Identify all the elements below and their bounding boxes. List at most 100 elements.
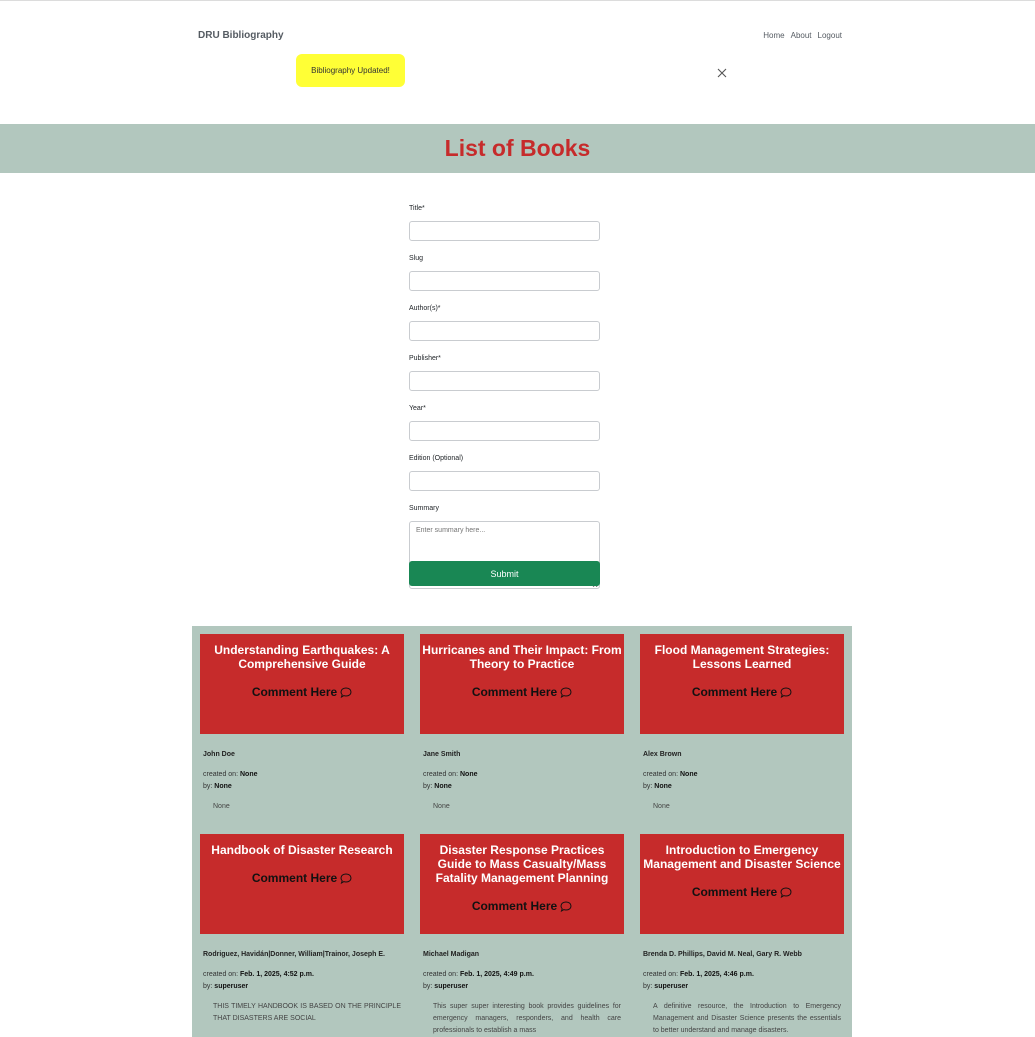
book-author: Brenda D. Phillips, David M. Neal, Gary … (643, 951, 802, 958)
created-label: created on: (643, 971, 679, 978)
speech-bubble-icon (780, 886, 792, 898)
page-title: List of Books (444, 135, 591, 161)
edition-label: Edition (Optional) (409, 455, 464, 462)
book-card: Flood Management Strategies: Lessons Lea… (640, 634, 844, 813)
book-title[interactable]: Flood Management Strategies: Lessons Lea… (642, 643, 842, 671)
book-list: Understanding Earthquakes: A Comprehensi… (192, 626, 852, 1037)
book-card: Hurricanes and Their Impact: From Theory… (420, 634, 624, 813)
nav-about-link[interactable]: About (791, 31, 812, 40)
created-label: created on: (643, 771, 679, 778)
by-label: by: (203, 983, 213, 990)
nav-home-link[interactable]: Home (763, 31, 784, 40)
navbar: DRU Bibliography Home About Logout (198, 30, 844, 44)
speech-bubble-icon (560, 900, 572, 912)
book-summary: None (653, 803, 670, 810)
comment-link[interactable]: Comment Here (692, 685, 792, 699)
book-title[interactable]: Disaster Response Practices Guide to Mas… (422, 843, 622, 885)
by-value: superuser (214, 983, 249, 990)
created-value: Feb. 1, 2025, 4:52 p.m. (239, 971, 314, 978)
book-title[interactable]: Handbook of Disaster Research (202, 843, 402, 857)
created-label: created on: (423, 971, 459, 978)
year-label: Year* (409, 405, 426, 412)
book-card-header: Hurricanes and Their Impact: From Theory… (420, 634, 624, 734)
book-card-header: Introduction to Emergency Management and… (640, 834, 844, 934)
book-card: Handbook of Disaster Research Comment He… (200, 834, 404, 1025)
comment-link[interactable]: Comment Here (472, 685, 572, 699)
created-label: created on: (423, 771, 459, 778)
book-card: Understanding Earthquakes: A Comprehensi… (200, 634, 404, 813)
comment-label: Comment Here (691, 885, 778, 899)
by-line: by: None (640, 781, 844, 793)
book-summary: None (213, 803, 230, 810)
speech-bubble-icon (340, 686, 352, 698)
alert-message: Bibliography Updated! (296, 54, 405, 87)
by-label: by: (643, 983, 653, 990)
by-value: None (654, 783, 672, 790)
created-label: created on: (203, 971, 239, 978)
comment-label: Comment Here (251, 871, 338, 885)
book-summary: A definitive resource, the Introduction … (653, 1003, 841, 1034)
nav-logout-link[interactable]: Logout (818, 31, 842, 40)
book-summary: THIS TIMELY HANDBOOK IS BASED ON THE PRI… (213, 1003, 401, 1022)
comment-link[interactable]: Comment Here (252, 871, 352, 885)
book-summary: None (433, 803, 450, 810)
by-line: by: superuser (420, 981, 624, 993)
by-label: by: (423, 783, 433, 790)
created-value: None (239, 771, 258, 778)
comment-link[interactable]: Comment Here (252, 685, 352, 699)
book-author: Alex Brown (643, 751, 682, 758)
book-card-header: Disaster Response Practices Guide to Mas… (420, 834, 624, 934)
comment-link[interactable]: Comment Here (692, 885, 792, 899)
book-author: Rodriguez, Havidán|Donner, William|Train… (203, 951, 385, 958)
book-title[interactable]: Hurricanes and Their Impact: From Theory… (422, 643, 622, 671)
by-value: None (214, 783, 232, 790)
speech-bubble-icon (560, 686, 572, 698)
slug-field[interactable] (409, 271, 600, 291)
speech-bubble-icon (340, 872, 352, 884)
book-form: Title* Slug Author(s)* Publisher* Year* … (409, 205, 600, 589)
edition-field[interactable] (409, 471, 600, 491)
year-field[interactable] (409, 421, 600, 441)
created-line: created on: None (200, 769, 404, 781)
by-value: None (434, 783, 452, 790)
nav-links: Home About Logout (763, 31, 842, 40)
by-line: by: superuser (640, 981, 844, 993)
created-value: None (679, 771, 698, 778)
comment-link[interactable]: Comment Here (472, 899, 572, 913)
title-field[interactable] (409, 221, 600, 241)
book-title[interactable]: Understanding Earthquakes: A Comprehensi… (202, 643, 402, 671)
created-value: Feb. 1, 2025, 4:49 p.m. (459, 971, 534, 978)
comment-label: Comment Here (471, 685, 558, 699)
created-line: created on: Feb. 1, 2025, 4:52 p.m. (200, 969, 404, 981)
speech-bubble-icon (780, 686, 792, 698)
by-label: by: (643, 783, 653, 790)
created-line: created on: None (640, 769, 844, 781)
slug-label: Slug (409, 255, 424, 262)
book-card-header: Understanding Earthquakes: A Comprehensi… (200, 634, 404, 734)
by-line: by: None (420, 781, 624, 793)
publisher-field[interactable] (409, 371, 600, 391)
comment-label: Comment Here (251, 685, 338, 699)
book-card: Disaster Response Practices Guide to Mas… (420, 834, 624, 1037)
close-icon[interactable] (716, 67, 728, 79)
book-author: Jane Smith (423, 751, 461, 758)
by-label: by: (423, 983, 433, 990)
created-value: None (459, 771, 478, 778)
summary-label: Summary (409, 505, 439, 512)
publisher-label: Publisher* (409, 355, 441, 362)
brand-link[interactable]: DRU Bibliography (198, 30, 284, 41)
book-card: Introduction to Emergency Management and… (640, 834, 844, 1037)
authors-label: Author(s)* (409, 305, 441, 312)
top-divider (0, 0, 1035, 2)
created-line: created on: None (420, 769, 624, 781)
created-line: created on: Feb. 1, 2025, 4:46 p.m. (640, 969, 844, 981)
book-card-header: Handbook of Disaster Research Comment He… (200, 834, 404, 934)
by-line: by: superuser (200, 981, 404, 993)
book-title[interactable]: Introduction to Emergency Management and… (642, 843, 842, 871)
authors-field[interactable] (409, 321, 600, 341)
submit-button[interactable]: Submit (409, 561, 600, 586)
created-label: created on: (203, 771, 239, 778)
created-line: created on: Feb. 1, 2025, 4:49 p.m. (420, 969, 624, 981)
created-value: Feb. 1, 2025, 4:46 p.m. (679, 971, 754, 978)
page-header: List of Books (0, 124, 1035, 173)
